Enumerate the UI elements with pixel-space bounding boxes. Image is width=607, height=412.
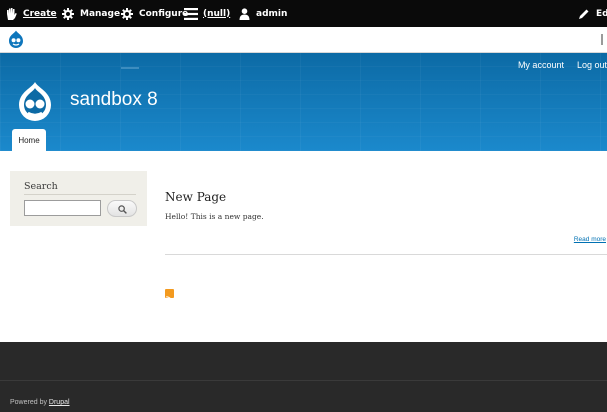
edit-label: Edit	[596, 8, 607, 19]
search-icon	[117, 199, 127, 218]
hand-icon	[4, 7, 18, 21]
powered-by-prefix: Powered by	[10, 399, 49, 406]
log-out-link[interactable]: Log out	[577, 60, 607, 70]
edit-button[interactable]: Edit	[577, 0, 607, 27]
shortcuts-menu[interactable]: (null)	[184, 0, 230, 27]
drupal-icon[interactable]	[7, 30, 25, 48]
gear-icon	[120, 7, 134, 21]
search-block: Search	[10, 171, 147, 226]
manage-label: Manage	[80, 8, 121, 19]
shortcuts-label: (null)	[203, 8, 231, 19]
manage-menu[interactable]: Manage	[61, 0, 120, 27]
secondary-menu: My account Log out	[518, 60, 607, 70]
create-menu[interactable]: Create	[4, 0, 57, 27]
hamburger-icon	[184, 7, 198, 21]
search-block-title: Search	[24, 181, 58, 192]
footer-divider	[0, 380, 607, 381]
toolbar-tray	[0, 27, 607, 53]
user-label: admin	[256, 8, 288, 19]
site-header: My account Log out sandbox 8 Home	[0, 53, 607, 151]
tray-orientation-toggle[interactable]	[601, 34, 607, 45]
my-account-link[interactable]: My account	[518, 60, 564, 70]
user-menu[interactable]: admin	[237, 0, 287, 27]
node-title[interactable]: New Page	[165, 190, 226, 204]
site-footer: Powered by Drupal	[0, 342, 607, 412]
powered-by-text: Powered by Drupal	[10, 399, 70, 406]
search-button[interactable]	[107, 200, 137, 217]
search-input[interactable]	[24, 200, 101, 216]
gear-icon	[61, 7, 75, 21]
drupal-link[interactable]: Drupal	[49, 399, 70, 406]
node-body: Hello! This is a new page.	[165, 212, 264, 221]
configure-menu[interactable]: Configure	[120, 0, 188, 27]
drupal-logo-icon[interactable]	[11, 80, 59, 122]
user-icon	[237, 7, 251, 21]
header-divider	[121, 67, 139, 69]
pencil-icon	[577, 7, 591, 21]
tab-home[interactable]: Home	[12, 129, 46, 151]
admin-toolbar: Create Manage Configure (null) admin Edi…	[0, 0, 607, 27]
rss-feed-icon[interactable]	[165, 289, 174, 303]
create-label: Create	[23, 8, 57, 19]
configure-label: Configure	[139, 8, 189, 19]
site-name[interactable]: sandbox 8	[70, 89, 158, 111]
read-more-link[interactable]: Read more	[574, 236, 606, 243]
search-title-divider	[24, 194, 136, 195]
node-divider	[165, 254, 607, 255]
